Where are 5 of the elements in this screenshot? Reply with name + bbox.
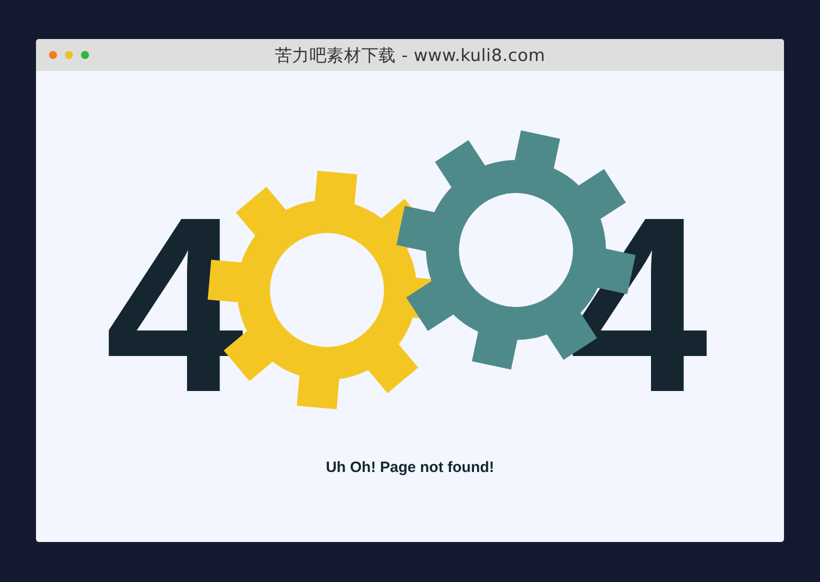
window-dot-icon — [49, 51, 57, 59]
error-message: Uh Oh! Page not found! — [326, 459, 494, 476]
window-title: 苦力吧素材下载 - www.kuli8.com — [274, 44, 546, 66]
window-dot-icon — [81, 51, 89, 59]
window-dot-icon — [65, 51, 73, 59]
